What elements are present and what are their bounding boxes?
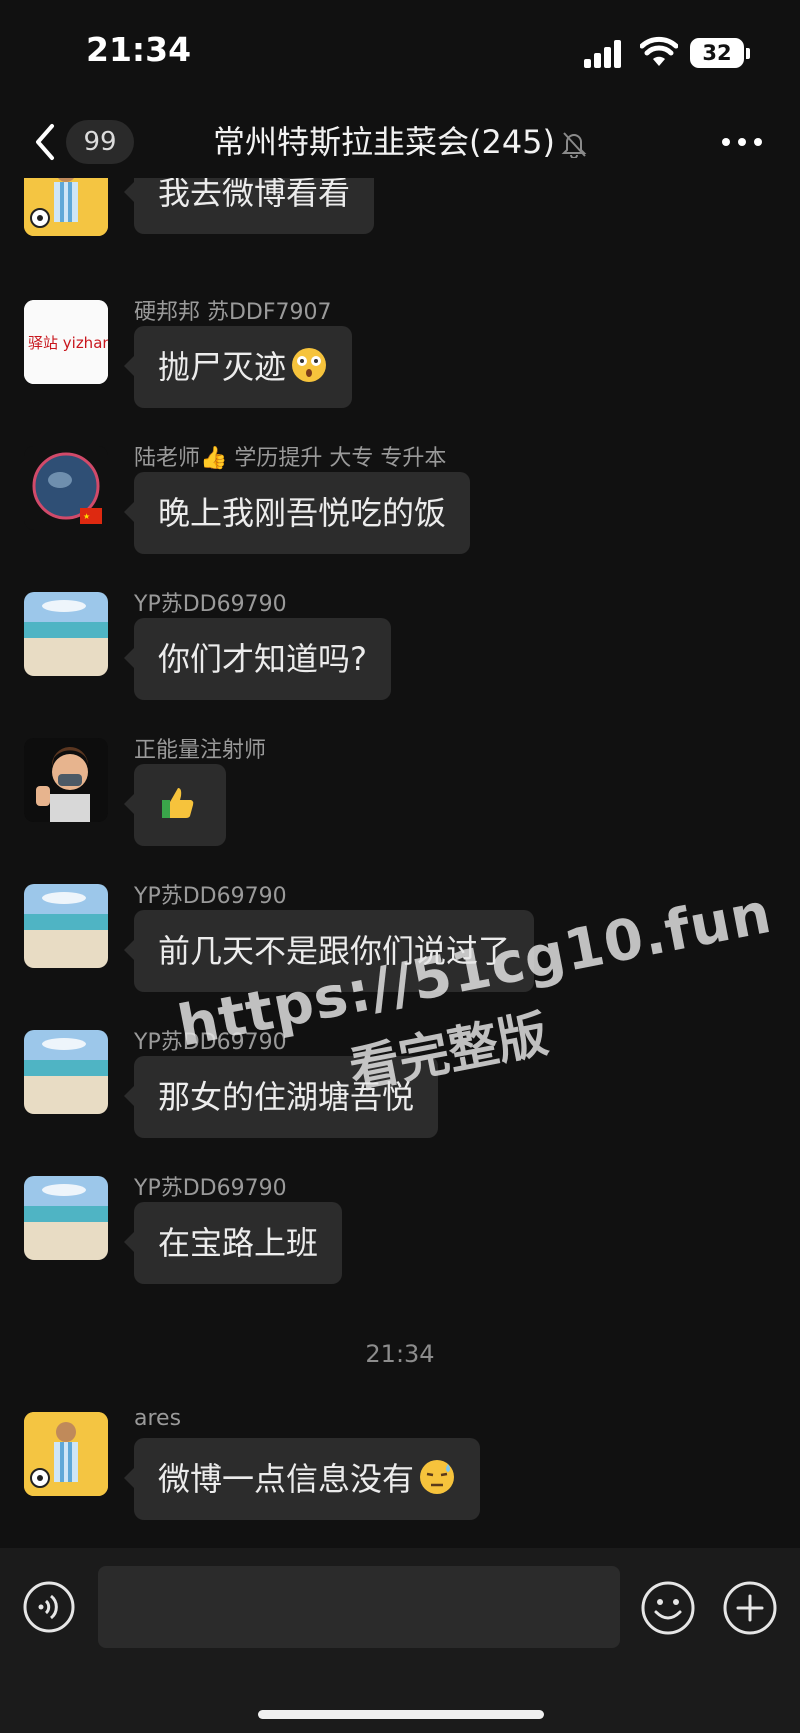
message-bubble[interactable]: 在宝路上班 xyxy=(123,1202,343,1284)
message-bubble[interactable]: 我去微博看看 xyxy=(123,178,375,234)
status-bar: 21:34 32 xyxy=(0,0,800,100)
message-timestamp: 21:34 xyxy=(365,1340,435,1368)
chat-header: 99 常州特斯拉韭菜会(245) xyxy=(0,108,800,178)
chat-title-row: 常州特斯拉韭菜会(245) xyxy=(0,120,800,164)
add-attachment-icon[interactable] xyxy=(722,1580,778,1636)
beach-avatar[interactable] xyxy=(24,1176,108,1260)
sender-name: YP苏DD69790 xyxy=(134,1176,287,1201)
message-text: 那女的住湖塘吾悦 xyxy=(158,1078,415,1116)
sender-name: YP苏DD69790 xyxy=(134,884,287,909)
sender-name: YP苏DD69790 xyxy=(134,592,287,617)
message-text: 晚上我刚吾悦吃的饭 xyxy=(158,494,447,532)
message-bubble[interactable]: 那女的住湖塘吾悦 xyxy=(123,1056,439,1138)
sender-name: 陆老师👍 学历提升 大专 专升本 xyxy=(134,446,447,471)
sender-name: 硬邦邦 苏DDF7907 xyxy=(134,300,332,325)
chat-title: 常州特斯拉韭菜会(245) xyxy=(212,123,556,161)
message-bubble[interactable]: 前几天不是跟你们说过了 xyxy=(123,910,535,992)
yizhan-logo-avatar[interactable]: 驿站 yizhan xyxy=(24,300,108,384)
sender-name: YP苏DD69790 xyxy=(134,1030,287,1055)
message-text: 你们才知道吗? xyxy=(158,640,367,678)
svg-text:★: ★ xyxy=(83,512,90,521)
globe-avatar[interactable]: ★ xyxy=(24,446,108,530)
sender-name: ares xyxy=(134,1406,182,1431)
message-text: 前几天不是跟你们说过了 xyxy=(158,932,511,970)
home-indicator xyxy=(258,1710,544,1719)
emoji-picker-icon[interactable] xyxy=(640,1580,696,1636)
message-text: 微博一点信息没有 xyxy=(158,1460,415,1498)
beach-avatar[interactable] xyxy=(24,884,108,968)
beach-avatar[interactable] xyxy=(24,1030,108,1114)
message-bubble[interactable]: 微博一点信息没有 xyxy=(123,1438,481,1520)
message-bubble[interactable]: 抛尸灭迹 xyxy=(123,326,353,408)
cartoon-man-avatar[interactable] xyxy=(24,738,108,822)
clock: 21:34 xyxy=(86,30,192,69)
footballer-avatar[interactable] xyxy=(24,178,108,236)
more-options-icon[interactable] xyxy=(722,138,762,148)
battery-level: 32 xyxy=(702,41,732,65)
avatar-logo-text: 驿站 yizhan xyxy=(28,334,108,352)
battery-tip xyxy=(746,48,750,59)
input-bar xyxy=(0,1548,800,1733)
astonished-face-emoji xyxy=(292,348,327,382)
message-text: 抛尸灭迹 xyxy=(158,348,287,386)
message-input[interactable] xyxy=(98,1566,620,1648)
muted-bell-icon xyxy=(561,132,587,158)
beach-avatar[interactable] xyxy=(24,592,108,676)
message-text: 在宝路上班 xyxy=(158,1224,319,1262)
sender-name: 正能量注射师 xyxy=(134,738,267,763)
message-text: 我去微博看看 xyxy=(158,178,351,212)
downcast-sweat-emoji xyxy=(420,1460,455,1494)
message-bubble[interactable]: 你们才知道吗? xyxy=(124,618,391,700)
voice-input-icon[interactable] xyxy=(22,1580,76,1634)
cellular-signal-icon xyxy=(584,40,624,68)
footballer-avatar[interactable] xyxy=(24,1412,108,1496)
battery-icon: 32 xyxy=(690,38,744,68)
message-bubble[interactable] xyxy=(124,764,226,846)
message-list[interactable]: 我去微博看看 驿站 yizhan 硬邦邦 苏DDF7907 抛尸灭迹 ★ 陆老师… xyxy=(0,178,800,1548)
thumbs-up-emoji xyxy=(162,788,194,818)
message-bubble[interactable]: 晚上我刚吾悦吃的饭 xyxy=(123,472,471,554)
wifi-icon xyxy=(640,36,678,66)
